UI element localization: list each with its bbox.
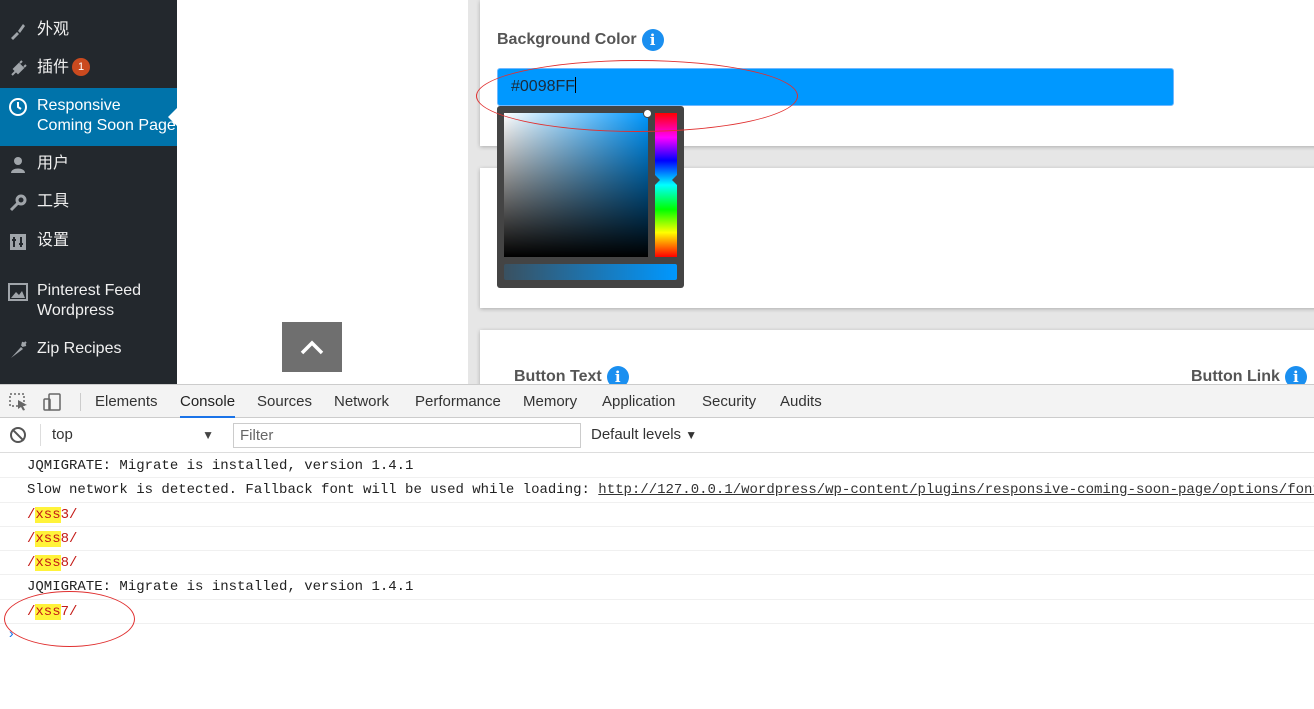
info-icon[interactable]: i [1284, 366, 1307, 384]
search-highlight: xss [35, 506, 61, 523]
sidebar-item-label-line1: Pinterest Feed [37, 282, 142, 299]
log-levels-dropdown[interactable]: Default levels ▼ [591, 424, 697, 446]
console-output: JQMIGRATE: Migrate is installed, version… [0, 454, 1314, 625]
sidebar-item-label: 设置 [37, 232, 70, 249]
tab-security[interactable]: Security [702, 385, 756, 418]
tab-network[interactable]: Network [334, 385, 389, 418]
sidebar-item-zip-recipes[interactable]: Zip Recipes [0, 339, 177, 361]
console-message: JQMIGRATE: Migrate is installed, version… [0, 575, 1314, 600]
button-link-label: Button Link i [1191, 366, 1307, 384]
source-link[interactable]: http://127.0.0.1/wordpress/wp-content/pl… [598, 482, 1314, 498]
console-toolbar: top ▼ Default levels ▼ [0, 418, 1314, 453]
tab-elements[interactable]: Elements [95, 385, 158, 418]
paintbrush-icon [6, 20, 30, 42]
sidebar-item-label: 外观 [37, 21, 70, 38]
settings-icon [6, 231, 30, 253]
saturation-area[interactable] [504, 109, 652, 257]
tab-sources[interactable]: Sources [257, 385, 312, 418]
hue-marker-left [655, 175, 660, 185]
devtools-panel: Elements Console Sources Network Perform… [0, 384, 1314, 709]
console-message: /xss3/ [0, 503, 1314, 527]
sidebar-item-responsive-coming-soon[interactable]: Responsive Coming Soon Page [0, 88, 177, 146]
console-message: /xss7/ [0, 600, 1314, 625]
clear-console-icon[interactable] [10, 427, 26, 443]
info-icon[interactable]: i [641, 29, 664, 51]
tab-console[interactable]: Console [180, 385, 236, 418]
dropdown-arrow-icon: ▼ [202, 428, 214, 442]
chevron-up-icon [300, 340, 324, 355]
tab-memory[interactable]: Memory [523, 385, 577, 418]
sidebar-item-settings[interactable]: 设置 [0, 231, 177, 253]
devtools-tab-bar: Elements Console Sources Network Perform… [0, 385, 1314, 418]
inspect-element-icon[interactable] [9, 393, 29, 411]
sidebar-item-pinterest-feed[interactable]: Pinterest Feed Wordpress [0, 281, 177, 323]
sidebar-item-plugins[interactable]: 插件 1 [0, 58, 177, 80]
device-toolbar-icon[interactable] [42, 393, 62, 411]
hue-slider[interactable] [655, 113, 677, 257]
wordpress-page: 外观 插件 1 Responsive Coming Soon Page 用户 工… [0, 0, 1314, 384]
console-message: JQMIGRATE: Migrate is installed, version… [0, 454, 1314, 479]
hue-marker-right [672, 175, 677, 185]
user-icon [6, 154, 30, 176]
sidebar-item-appearance[interactable]: 外观 [0, 20, 177, 42]
dropdown-arrow-icon: ▼ [685, 428, 698, 442]
color-picker [497, 106, 684, 288]
info-icon[interactable]: i [606, 366, 629, 384]
tab-performance[interactable]: Performance [415, 385, 501, 418]
plugin-icon [6, 58, 30, 80]
sidebar-item-label-line2: Coming Soon Page [37, 117, 176, 134]
sidebar-item-tools[interactable]: 工具 [0, 192, 177, 214]
console-message: /xss8/ [0, 551, 1314, 576]
sidebar-item-label: Zip Recipes [37, 340, 122, 357]
sidebar-item-label-line2: Wordpress [37, 302, 115, 319]
sidebar-item-label: 插件 [37, 59, 70, 76]
background-color-label: Background Color i [497, 29, 664, 51]
tab-application[interactable]: Application [602, 385, 675, 418]
sidebar-item-users[interactable]: 用户 [0, 154, 177, 176]
console-filter-input[interactable] [233, 423, 581, 448]
console-message: /xss8/ [0, 527, 1314, 552]
context-selector[interactable]: top ▼ [40, 424, 218, 446]
sidebar-item-label-line1: Responsive [37, 97, 121, 114]
button-text-label: Button Text i [514, 366, 629, 384]
wrench-icon [6, 192, 30, 214]
annotation-ellipse-color-input [476, 60, 798, 132]
sidebar-item-label: 工具 [37, 193, 70, 210]
search-highlight: xss [35, 530, 61, 547]
carrot-icon [6, 339, 30, 361]
image-icon [6, 281, 30, 303]
opacity-slider[interactable] [504, 264, 677, 280]
admin-sidebar: 外观 插件 1 Responsive Coming Soon Page 用户 工… [0, 0, 177, 384]
history-icon [6, 96, 30, 118]
tab-audits[interactable]: Audits [780, 385, 822, 418]
toolbar-divider [80, 393, 81, 411]
annotation-ellipse-xss-output [4, 591, 135, 647]
update-count-badge: 1 [72, 58, 91, 76]
search-highlight: xss [35, 555, 61, 572]
scroll-to-top-button[interactable] [282, 322, 342, 372]
sidebar-item-label: 用户 [37, 155, 70, 172]
console-message: Slow network is detected. Fallback font … [0, 478, 1314, 503]
